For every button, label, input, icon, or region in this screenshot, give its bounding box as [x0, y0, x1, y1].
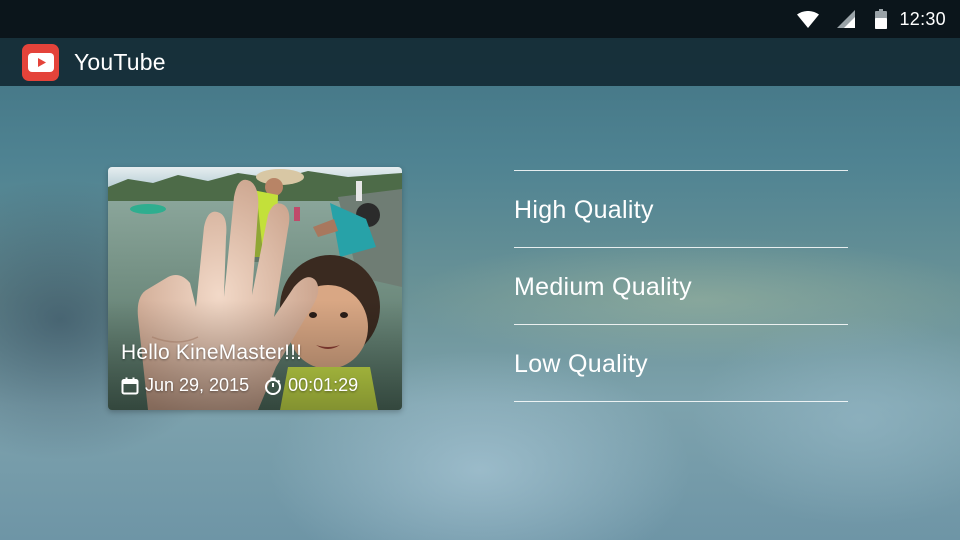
- quality-options-list: High Quality Medium Quality Low Quality: [514, 170, 848, 402]
- quality-option-label: Low Quality: [514, 350, 648, 378]
- video-date: Jun 29, 2015: [145, 375, 250, 395]
- quality-option-low[interactable]: Low Quality: [514, 325, 848, 401]
- status-clock: 12:30: [899, 8, 946, 29]
- video-meta: Jun 29, 2015 00:01:29: [121, 375, 358, 396]
- battery-icon: [875, 9, 888, 29]
- video-duration: 00:01:29: [288, 375, 359, 395]
- signal-icon: [837, 10, 856, 28]
- quality-option-medium[interactable]: Medium Quality: [514, 248, 848, 324]
- video-title: Hello KineMaster!!!: [121, 341, 303, 364]
- status-bar: 12:30: [0, 0, 960, 38]
- stopwatch-icon: [264, 377, 282, 395]
- quality-option-label: High Quality: [514, 196, 654, 224]
- quality-option-high[interactable]: High Quality: [514, 171, 848, 247]
- app-title: YouTube: [74, 48, 166, 75]
- youtube-play-icon[interactable]: [22, 43, 59, 81]
- app-bar: YouTube: [0, 38, 960, 86]
- calendar-icon: [121, 377, 139, 395]
- wifi-icon: [797, 10, 820, 28]
- quality-option-label: Medium Quality: [514, 273, 692, 301]
- divider: [514, 401, 848, 402]
- video-card[interactable]: Hello KineMaster!!! Jun 29, 2015 00:01:2…: [108, 167, 402, 410]
